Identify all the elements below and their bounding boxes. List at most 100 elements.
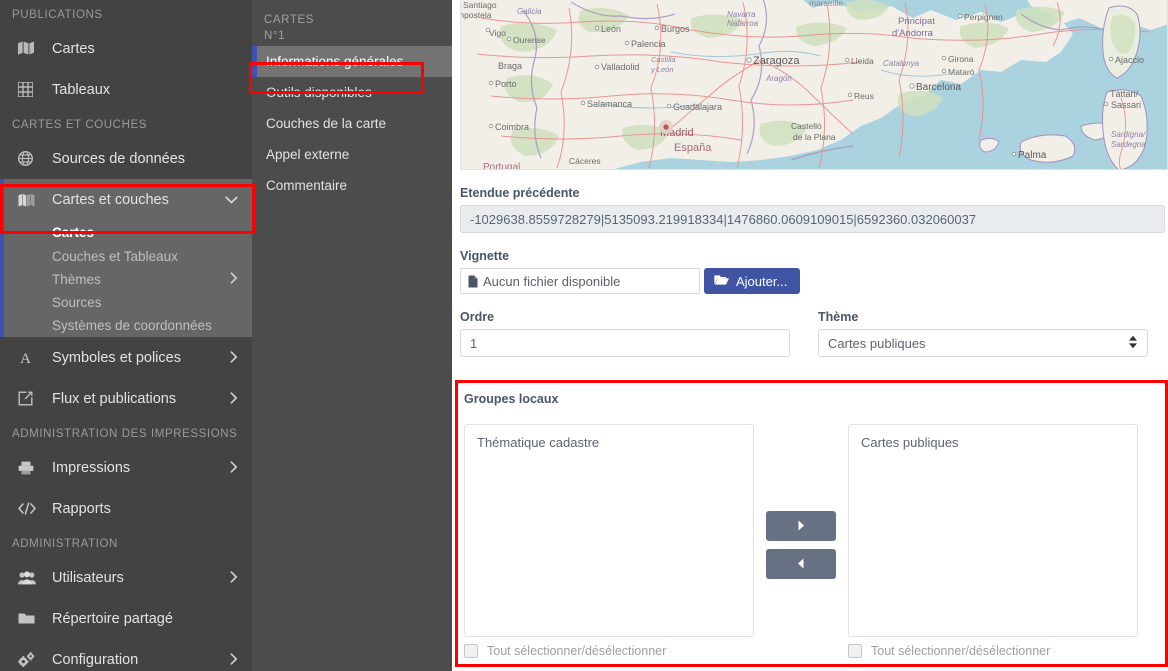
sidebar-subitem-cartes[interactable]: Cartes [0, 220, 252, 245]
list-item[interactable]: Cartes publiques [861, 434, 1125, 452]
sidebar-item-symboles-et-polices[interactable]: A Symboles et polices [0, 337, 252, 378]
svg-text:Catalunya: Catalunya [883, 59, 920, 68]
extent-field-group: Etendue précédente -1029638.8559728279|5… [460, 186, 1165, 233]
available-groups-list[interactable]: Thématique cadastre [464, 424, 754, 637]
vignette-label: Vignette [460, 249, 510, 263]
code-brackets-icon [18, 502, 44, 515]
svg-text:Palencia: Palencia [631, 39, 666, 49]
svg-text:Braga: Braga [498, 61, 522, 71]
tab-label: Commentaire [266, 178, 348, 193]
sidebar-item-cartes-et-couches[interactable]: Cartes et couches [0, 179, 252, 220]
svg-text:Guadalajara: Guadalajara [673, 102, 722, 112]
vignette-file-row: Aucun fichier disponible Ajouter... [460, 268, 1168, 294]
svg-text:Porto: Porto [495, 79, 517, 89]
right-select-all[interactable]: Tout sélectionner/désélectionner [848, 644, 1138, 658]
printer-icon [18, 461, 44, 475]
external-link-icon [18, 391, 44, 406]
svg-text:León: León [601, 24, 621, 34]
svg-text:Salamanca: Salamanca [587, 99, 632, 109]
users-group-icon [18, 570, 44, 585]
svg-text:Sardegna: Sardegna [1111, 140, 1146, 149]
ordre-input[interactable]: 1 [460, 329, 790, 357]
nav-section-title-administration: ADMINISTRATION [12, 538, 118, 550]
tab-informations-generales[interactable]: Informations générales [252, 46, 452, 77]
svg-text:España: España [674, 142, 712, 154]
list-item[interactable]: Thématique cadastre [477, 434, 741, 452]
sidebar-item-tableaux[interactable]: Tableaux [0, 69, 252, 110]
tab-label: Couches de la carte [266, 116, 387, 131]
extent-input[interactable]: -1029638.8559728279|5135093.219918334|14… [460, 205, 1165, 233]
nav-section-title-admin-impressions: ADMINISTRATION DES IMPRESSIONS [12, 428, 238, 440]
svg-text:Castelló: Castelló [791, 121, 822, 131]
sidebar-subitem-couches-et-tableaux[interactable]: Couches et Tableaux [0, 245, 252, 268]
sidebar-item-label: Cartes [52, 40, 95, 57]
secondary-sidebar: CARTES N°1 Informations générales Outils… [252, 0, 452, 671]
sidebar-subitem-label: Cartes [52, 225, 95, 240]
sidebar-subitem-label: Couches et Tableaux [52, 249, 178, 264]
sidebar-subitem-sources[interactable]: Sources [0, 291, 252, 314]
chevron-right-icon [230, 272, 238, 287]
tab-appel-externe[interactable]: Appel externe [252, 139, 452, 170]
sidebar-subitem-systemes-de-coordonnees[interactable]: Systèmes de coordonnées [0, 314, 252, 337]
sidebar-item-flux-et-publications[interactable]: Flux et publications [0, 378, 252, 419]
sidebar-item-label: Répertoire partagé [52, 610, 173, 627]
tab-outils-disponibles[interactable]: Outils disponibles [252, 77, 452, 108]
add-vignette-label: Ajouter... [736, 273, 788, 289]
svg-text:Vigo: Vigo [489, 28, 506, 38]
sidebar-item-configuration[interactable]: Configuration [0, 639, 252, 671]
map-preview[interactable]: Santiago mpostela Galicia Vigo Ourense L… [460, 0, 1168, 170]
sidebar-item-label: Impressions [52, 459, 131, 476]
sidebar-item-label: Sources de données [52, 150, 186, 167]
sidebar-item-utilisateurs[interactable]: Utilisateurs [0, 557, 252, 598]
svg-text:Ajaccio: Ajaccio [1115, 55, 1144, 65]
svg-text:Nafarroa: Nafarroa [727, 19, 759, 28]
sidebar-item-sources-de-donnees[interactable]: Cartes et couches Sources de données [0, 138, 252, 179]
sidebar-item-label: Flux et publications [52, 390, 177, 407]
tab-label: Outils disponibles [266, 85, 372, 100]
checkbox-icon[interactable] [464, 644, 478, 658]
left-select-all[interactable]: Tout sélectionner/désélectionner [464, 644, 754, 658]
checkbox-icon[interactable] [848, 644, 862, 658]
sidebar-subitem-themes[interactable]: Thèmes [0, 268, 252, 291]
sidebar-item-rapports[interactable]: Rapports [0, 488, 252, 529]
ordre-field-group: Ordre 1 [460, 310, 790, 357]
svg-text:Sardigna/: Sardigna/ [1111, 130, 1146, 139]
theme-select[interactable]: Cartes publiques [818, 329, 1148, 357]
svg-text:Barcelona: Barcelona [916, 82, 961, 93]
right-select-all-slot: Tout sélectionner/désélectionner [848, 637, 1138, 658]
move-right-button[interactable] [766, 511, 836, 541]
sidebar-submenu-cartes-et-couches: Cartes Couches et Tableaux Thèmes Source… [0, 220, 252, 337]
sidebar-item-cartes[interactable]: Cartes [0, 28, 252, 69]
map-icon [18, 41, 44, 56]
move-left-button[interactable] [766, 549, 836, 579]
vignette-file-input[interactable]: Aucun fichier disponible [460, 268, 700, 294]
theme-label: Thème [818, 310, 859, 324]
extent-label: Etendue précédente [460, 186, 580, 200]
svg-text:d'Andorra: d'Andorra [892, 28, 934, 39]
sidebar-item-label: Cartes et couches [52, 191, 169, 208]
tab-label: Informations générales [266, 54, 404, 69]
table-grid-icon [18, 82, 44, 97]
transfer-buttons [754, 424, 848, 579]
sidebar-item-label: Tableaux [52, 81, 111, 98]
sidebar-item-label: Rapports [52, 500, 111, 517]
svg-text:Girona: Girona [948, 54, 974, 64]
sidebar-item-label: Symboles et polices [52, 349, 181, 366]
left-select-all-label: Tout sélectionner/désélectionner [487, 644, 667, 658]
tab-commentaire[interactable]: Commentaire [252, 170, 452, 201]
chevron-right-icon [230, 570, 238, 585]
secondary-sidebar-heading-line1: CARTES [264, 14, 315, 26]
svg-text:A: A [20, 351, 31, 365]
ordre-theme-row: Ordre 1 Thème Cartes publiques [460, 310, 1168, 357]
add-vignette-button[interactable]: Ajouter... [704, 268, 801, 294]
theme-field-group: Thème Cartes publiques [818, 310, 1148, 357]
svg-text:Galicia: Galicia [517, 7, 542, 16]
selected-groups-list[interactable]: Cartes publiques [848, 424, 1138, 637]
tab-couches-de-la-carte[interactable]: Couches de la carte [252, 108, 452, 139]
groupes-locaux-title: Groupes locaux [464, 392, 559, 406]
svg-text:Reus: Reus [854, 91, 874, 101]
sidebar-item-repertoire-partage[interactable]: Répertoire partagé [0, 598, 252, 639]
sidebar-item-impressions[interactable]: Impressions [0, 447, 252, 488]
